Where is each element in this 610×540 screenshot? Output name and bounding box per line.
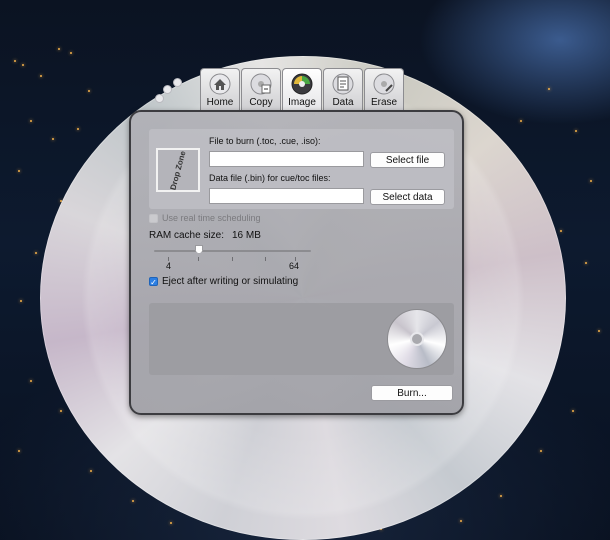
data-file-input[interactable] (209, 188, 364, 204)
ram-cache-value: 16 MB (232, 230, 261, 241)
file-selection-box: Drop Zone File to burn (.toc, .cue, .iso… (149, 129, 454, 209)
image-icon (291, 73, 313, 95)
zoom-dot[interactable] (173, 78, 182, 87)
tab-erase[interactable]: Erase (364, 68, 404, 110)
tab-erase-label: Erase (370, 97, 398, 108)
cd-preview-area (149, 303, 454, 375)
drop-zone-label: Drop Zone (168, 149, 188, 191)
cd-icon (387, 309, 447, 369)
file-to-burn-label: File to burn (.toc, .cue, .iso): (209, 136, 321, 146)
erase-icon (373, 73, 395, 95)
realtime-checkbox[interactable] (149, 214, 158, 223)
tab-image-label: Image (288, 97, 316, 108)
data-icon (332, 73, 354, 95)
slider-max-label: 64 (289, 261, 300, 271)
select-file-button[interactable]: Select file (370, 152, 445, 168)
tab-home-label: Home (206, 97, 234, 108)
burn-button[interactable]: Burn... (371, 385, 453, 401)
copy-icon (250, 73, 272, 95)
ram-cache-slider-thumb[interactable] (195, 245, 203, 254)
tab-copy[interactable]: Copy (241, 68, 281, 110)
image-panel: Drop Zone File to burn (.toc, .cue, .iso… (129, 110, 464, 415)
tab-copy-label: Copy (249, 97, 273, 108)
slider-min-label: 4 (166, 261, 172, 271)
slider-tick (265, 257, 266, 261)
eject-label: Eject after writing or simulating (162, 276, 299, 287)
tab-data[interactable]: Data (323, 68, 363, 110)
slider-tick (232, 257, 233, 261)
tab-data-label: Data (332, 97, 354, 108)
file-to-burn-input[interactable] (209, 151, 364, 167)
toolbar: Home Copy Image Data Erase (200, 68, 405, 110)
drop-zone[interactable]: Drop Zone (156, 148, 200, 192)
realtime-label: Use real time scheduling (162, 213, 261, 223)
home-icon (209, 73, 231, 95)
tab-home[interactable]: Home (200, 68, 240, 110)
minimize-dot[interactable] (163, 85, 172, 94)
ram-cache-label: RAM cache size: (149, 230, 225, 241)
ram-cache-slider-track[interactable] (154, 250, 311, 252)
slider-tick (198, 257, 199, 261)
eject-checkbox[interactable]: ✓ (149, 277, 158, 287)
select-data-button[interactable]: Select data (370, 189, 445, 205)
close-dot[interactable] (155, 94, 164, 103)
tab-image[interactable]: Image (282, 68, 322, 110)
data-file-label: Data file (.bin) for cue/toc files: (209, 173, 331, 183)
